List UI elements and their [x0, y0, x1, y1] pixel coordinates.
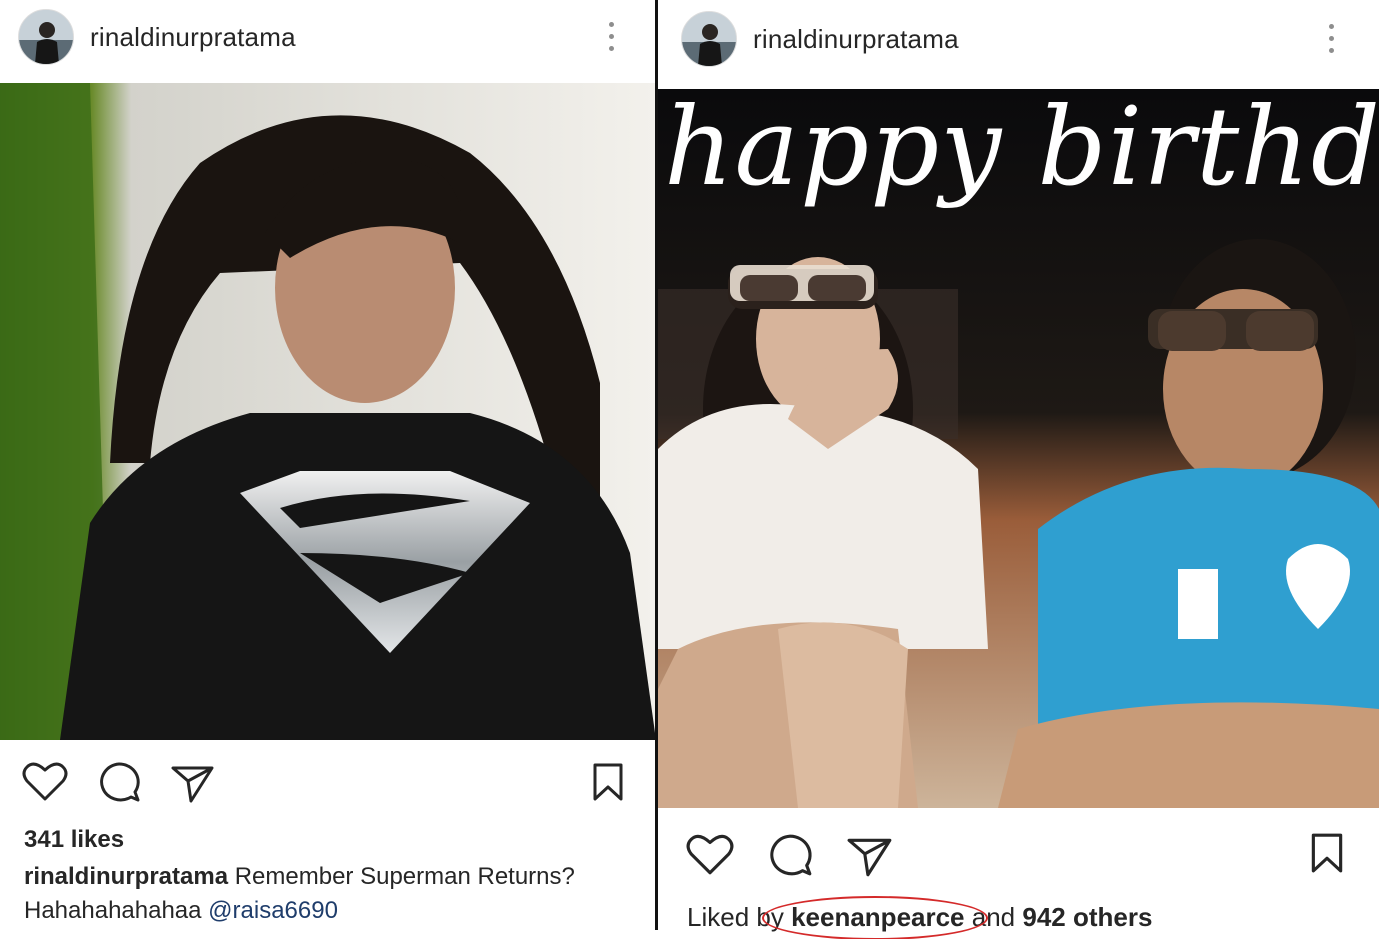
- post-photo[interactable]: happy birthday: [658, 89, 1379, 808]
- caption-mention[interactable]: @raisa6690: [208, 897, 338, 924]
- right-post: rinaldinurpratama happy birthd Liked by …: [658, 0, 1379, 939]
- heart-icon[interactable]: [22, 760, 68, 802]
- bookmark-icon[interactable]: [591, 762, 625, 802]
- paper-plane-icon[interactable]: [846, 836, 894, 878]
- comment-bubble-icon[interactable]: [766, 832, 814, 878]
- annotation-circle: [762, 896, 988, 939]
- post-photo[interactable]: [0, 83, 656, 740]
- post-username[interactable]: rinaldinurpratama: [753, 24, 959, 55]
- likes-count[interactable]: 341 likes: [24, 826, 124, 854]
- caption-text-line2: Hahahahahahaa: [24, 897, 209, 924]
- avatar-image: [19, 10, 73, 64]
- photo-image: [0, 83, 656, 740]
- avatar[interactable]: [681, 11, 737, 67]
- caption-username[interactable]: rinaldinurpratama: [24, 863, 228, 890]
- liked-by-count[interactable]: 942 others: [1022, 902, 1152, 932]
- heart-icon[interactable]: [686, 832, 734, 876]
- post-header: rinaldinurpratama: [0, 0, 656, 74]
- more-options-icon[interactable]: [605, 22, 617, 51]
- avatar-image: [682, 12, 736, 66]
- left-post: rinaldinurpratama 341 likes rinaldinurpr…: [0, 0, 656, 939]
- overlay-text: happy birthday: [664, 89, 1379, 210]
- bookmark-icon[interactable]: [1309, 832, 1345, 874]
- post-caption: rinaldinurpratama Remember Superman Retu…: [24, 860, 644, 928]
- post-actions: [658, 824, 1379, 884]
- comment-bubble-icon[interactable]: [96, 760, 142, 804]
- post-actions: [0, 752, 656, 812]
- avatar[interactable]: [18, 9, 74, 65]
- post-username[interactable]: rinaldinurpratama: [90, 22, 296, 53]
- paper-plane-icon[interactable]: [170, 764, 216, 804]
- more-options-icon[interactable]: [1325, 24, 1337, 53]
- caption-text: Remember Superman Returns?: [228, 863, 575, 890]
- post-header: rinaldinurpratama: [658, 2, 1379, 76]
